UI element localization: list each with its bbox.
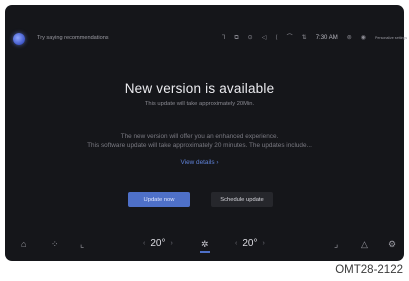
apps-icon[interactable]: ⁘: [51, 239, 59, 249]
status-bar: [5, 5, 404, 35]
dialog-description: The new version will offer you an enhanc…: [0, 132, 399, 150]
description-line: This software update will take approxima…: [87, 142, 312, 149]
view-details-link[interactable]: View details ›: [0, 159, 399, 166]
volume-icon: ⟨: [275, 35, 278, 41]
fan-active-indicator: [200, 251, 210, 253]
dialog-subtitle: This update will take approximately 20Mi…: [144, 101, 255, 107]
left-temperature: 20°: [150, 238, 166, 249]
assistant-hint: Try saying recommendations: [37, 35, 109, 41]
view-details-label: View details: [180, 159, 215, 166]
sync-icon[interactable]: ⊚: [347, 34, 352, 42]
home-icon[interactable]: ⌂: [21, 239, 26, 249]
settings-icon[interactable]: ⚙: [388, 239, 396, 249]
profile-avatar-icon[interactable]: ◉: [361, 34, 366, 42]
gps-icon: ⊙: [247, 35, 253, 41]
chevron-right-icon[interactable]: ›: [170, 240, 172, 247]
chevron-left-icon[interactable]: ‹: [143, 240, 145, 247]
chevron-right-icon[interactable]: ›: [262, 240, 264, 247]
seat-icon[interactable]: ⌞: [80, 239, 84, 249]
connectivity-icon: ⇅: [301, 35, 307, 41]
fan-icon[interactable]: ✲: [201, 239, 209, 249]
seat-heat-icon[interactable]: ⌟: [334, 239, 338, 249]
clock: 7:30 AM: [315, 35, 338, 41]
update-now-button[interactable]: Update now: [128, 192, 190, 207]
left-temperature-control[interactable]: ‹ 20° ›: [143, 238, 173, 249]
schedule-update-button[interactable]: Schedule update: [211, 192, 273, 207]
figure-caption: OMT28-2122: [335, 264, 403, 276]
right-temperature: 20°: [242, 238, 258, 249]
description-line: The new version will offer you an enhanc…: [120, 133, 279, 140]
wifi-icon: ⌒: [286, 35, 293, 41]
mute-icon: ◁: [261, 35, 267, 41]
right-temperature-control[interactable]: ‹ 20° ›: [235, 238, 265, 249]
voice-assistant-icon[interactable]: [13, 33, 25, 45]
screen-mirror-icon: ⧉: [234, 35, 239, 41]
dialog-title: New version is available: [124, 81, 275, 96]
signal-icon: Ꞁ: [222, 35, 226, 41]
chevron-right-icon: ›: [216, 159, 219, 166]
status-icons: Ꞁ ⧉ ⊙ ◁ ⟨ ⌒ ⇅ 7:30 AM ⊚ ◉ Personalize se…: [222, 34, 407, 42]
chevron-left-icon[interactable]: ‹: [235, 240, 237, 247]
navigation-icon[interactable]: △: [361, 239, 368, 249]
profile-label[interactable]: Personalize settings: [375, 34, 407, 42]
